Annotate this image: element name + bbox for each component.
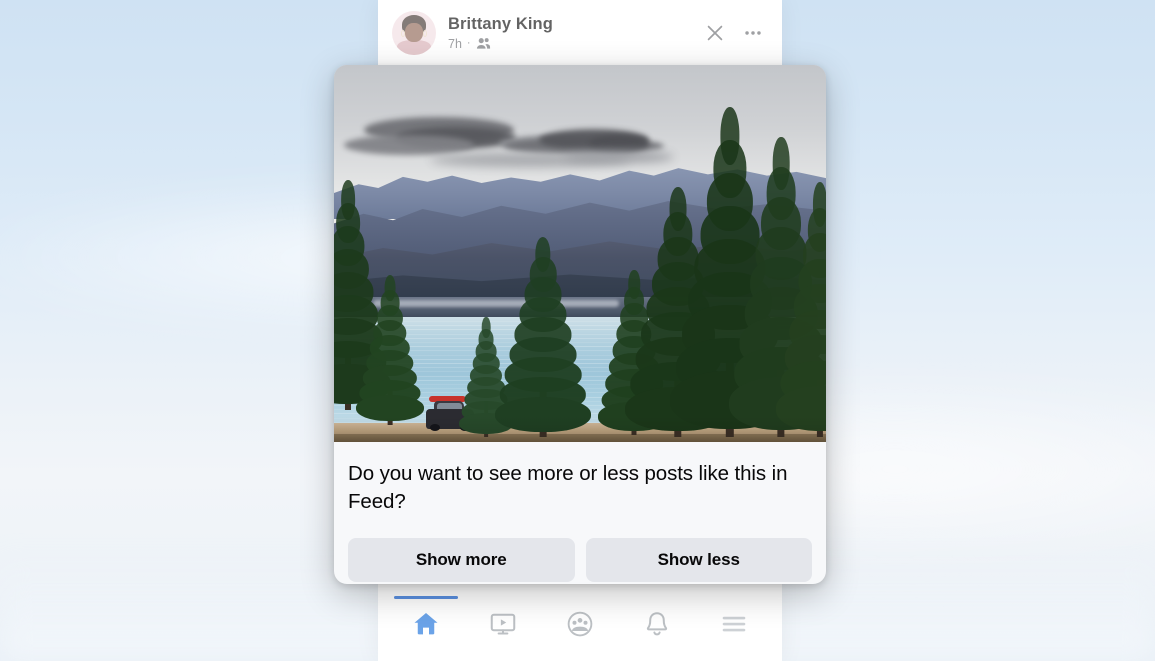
avatar-earring-right (423, 30, 427, 37)
cloud (344, 135, 474, 155)
hamburger-menu-icon (719, 609, 749, 639)
dialog-question: Do you want to see more or less posts li… (348, 460, 812, 516)
bell-icon (642, 609, 672, 639)
post-header-actions (704, 22, 768, 44)
pine-tree (776, 182, 826, 437)
active-tab-indicator (394, 596, 458, 599)
nav-menu[interactable] (695, 587, 772, 661)
photo-bottom-shadow (334, 416, 826, 442)
avatar-face (405, 23, 423, 41)
dialog-actions: Show more Show less (348, 538, 812, 582)
author-name[interactable]: Brittany King (448, 15, 553, 34)
bottom-navigation-bar (378, 587, 782, 661)
avatar-shoulders (397, 40, 430, 55)
nav-notifications[interactable] (618, 587, 695, 661)
nav-watch[interactable] (465, 587, 542, 661)
pine-tree (495, 237, 591, 437)
post-author-block: Brittany King 7h · (448, 15, 553, 51)
meta-separator: · (467, 38, 471, 49)
more-options-icon[interactable] (742, 22, 764, 44)
pine-tree (356, 275, 424, 425)
close-icon[interactable] (704, 22, 726, 44)
post-meta: 7h · (448, 36, 553, 51)
feed-feedback-dialog: Do you want to see more or less posts li… (334, 65, 826, 584)
friends-icon[interactable] (476, 36, 491, 51)
show-more-button[interactable]: Show more (348, 538, 575, 582)
post-timestamp: 7h (448, 37, 462, 51)
avatar[interactable] (392, 11, 436, 55)
post-header: Brittany King 7h · (378, 0, 782, 66)
nav-groups[interactable] (542, 587, 619, 661)
show-less-button[interactable]: Show less (586, 538, 813, 582)
groups-icon (565, 609, 595, 639)
video-icon (488, 609, 518, 639)
nav-home[interactable] (388, 587, 465, 661)
post-photo[interactable] (334, 65, 826, 442)
home-icon (411, 609, 441, 639)
dialog-body: Do you want to see more or less posts li… (334, 442, 826, 584)
cloud (564, 151, 674, 163)
